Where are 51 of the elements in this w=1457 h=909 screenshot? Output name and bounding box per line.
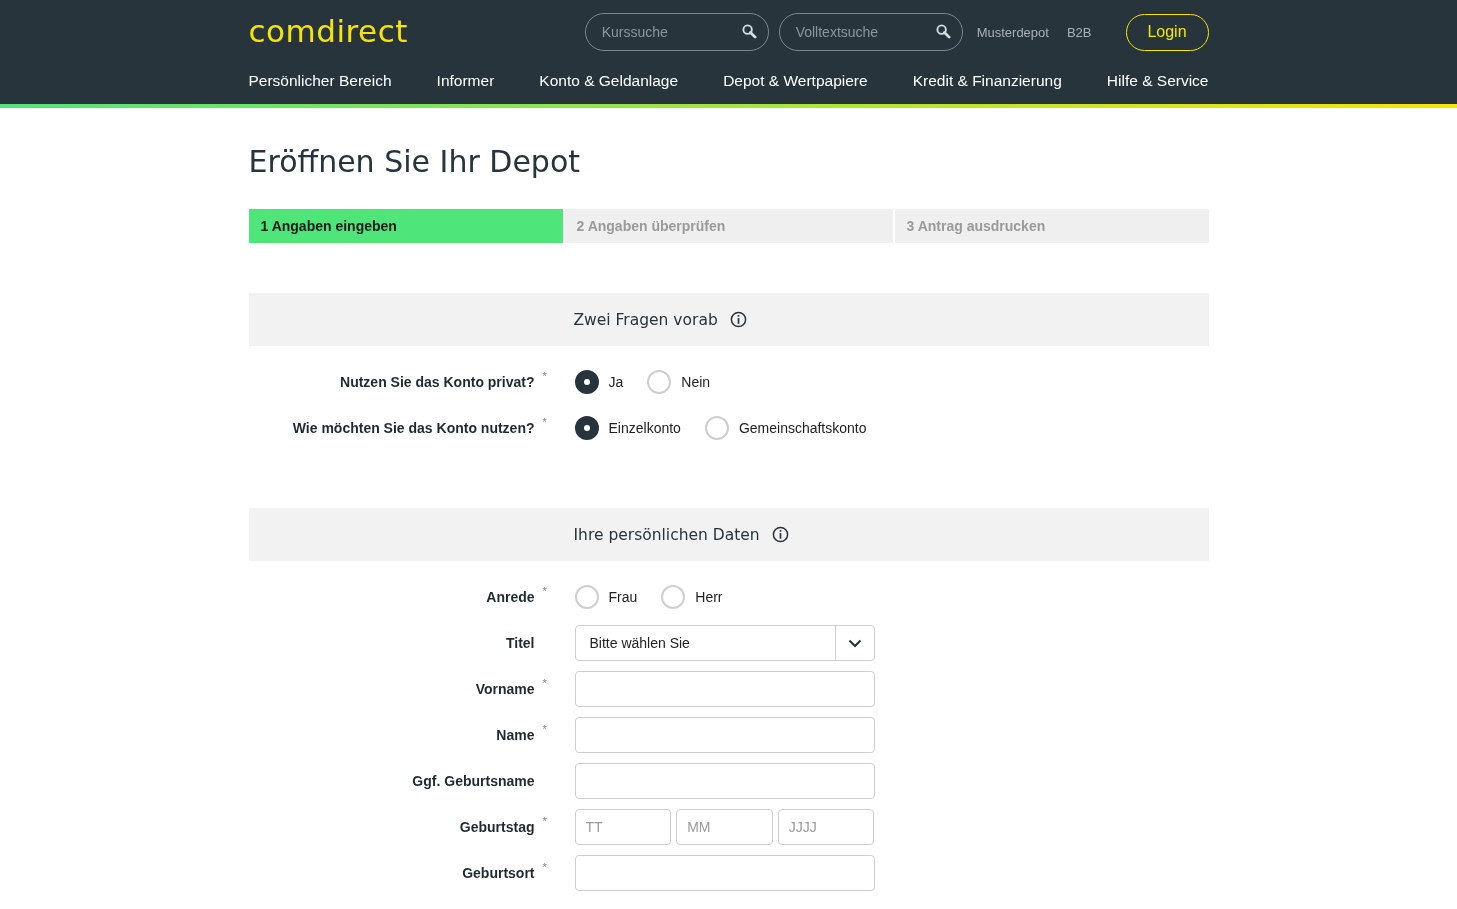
search-icon bbox=[741, 24, 757, 39]
nav-item[interactable]: Hilfe & Service bbox=[1106, 72, 1209, 90]
radio-option[interactable]: Gemeinschaftskonto bbox=[704, 416, 867, 440]
radio-option[interactable]: Herr bbox=[661, 585, 723, 609]
radio-option[interactable]: Ja bbox=[574, 370, 624, 394]
header-link[interactable]: Musterdepot bbox=[976, 24, 1049, 40]
date-input[interactable]: MM bbox=[676, 809, 773, 845]
radio-option[interactable]: Nein bbox=[647, 370, 711, 394]
required-mark: * bbox=[541, 677, 548, 689]
text-input[interactable] bbox=[574, 763, 875, 799]
required-mark: * bbox=[541, 723, 548, 735]
nav-item[interactable]: Informer bbox=[436, 72, 495, 90]
field-label: Nutzen Sie das Konto privat? bbox=[339, 374, 535, 390]
required-mark: * bbox=[541, 370, 548, 382]
search-icon bbox=[935, 24, 951, 39]
section-title: Zwei Fragen vorab bbox=[573, 310, 718, 329]
info-icon[interactable] bbox=[771, 526, 789, 543]
nav-item[interactable]: Persönlicher Bereich bbox=[248, 72, 392, 90]
search-field[interactable]: Kurssuche bbox=[584, 13, 769, 51]
nav-item[interactable]: Kredit & Finanzierung bbox=[912, 72, 1062, 90]
nav-item[interactable]: Depot & Wertpapiere bbox=[723, 72, 868, 90]
field-label: Titel bbox=[504, 635, 535, 651]
section-title: Ihre persönlichen Daten bbox=[573, 525, 760, 544]
date-input[interactable]: JJJJ bbox=[777, 809, 875, 845]
field-label: Ggf. Geburtsname bbox=[411, 773, 535, 789]
info-icon[interactable] bbox=[729, 311, 747, 328]
required-mark: * bbox=[541, 416, 548, 428]
field-label: Geburtstag bbox=[458, 819, 535, 835]
field-label: Vorname bbox=[474, 681, 535, 697]
field-label: Name bbox=[495, 727, 535, 743]
radio-option[interactable]: Einzelkonto bbox=[574, 416, 681, 440]
required-mark: * bbox=[541, 585, 548, 597]
text-input[interactable] bbox=[574, 855, 875, 891]
required-mark: * bbox=[541, 861, 548, 873]
nav-item[interactable]: Konto & Geldanlage bbox=[539, 72, 679, 90]
radio-option[interactable]: Frau bbox=[574, 585, 638, 609]
header-link[interactable]: B2B bbox=[1066, 24, 1092, 40]
logo[interactable]: comdirect bbox=[248, 13, 408, 49]
title-dropdown[interactable]: Bitte wählen Sie bbox=[574, 625, 875, 661]
field-label: Wie möchten Sie das Konto nutzen? bbox=[291, 420, 535, 436]
page-title: Eröffnen Sie Ihr Depot bbox=[248, 144, 581, 179]
chevron-down-icon bbox=[847, 638, 862, 648]
search-field[interactable]: Volltextsuche bbox=[778, 13, 963, 51]
date-input[interactable]: TT bbox=[574, 809, 672, 845]
radio-button[interactable] bbox=[574, 370, 599, 394]
radio-button[interactable] bbox=[574, 416, 599, 440]
field-label: Geburtsort bbox=[461, 865, 535, 881]
field-label: Anrede bbox=[485, 589, 535, 605]
text-input[interactable] bbox=[574, 671, 875, 707]
text-input[interactable] bbox=[574, 717, 875, 753]
required-mark: * bbox=[541, 815, 548, 827]
